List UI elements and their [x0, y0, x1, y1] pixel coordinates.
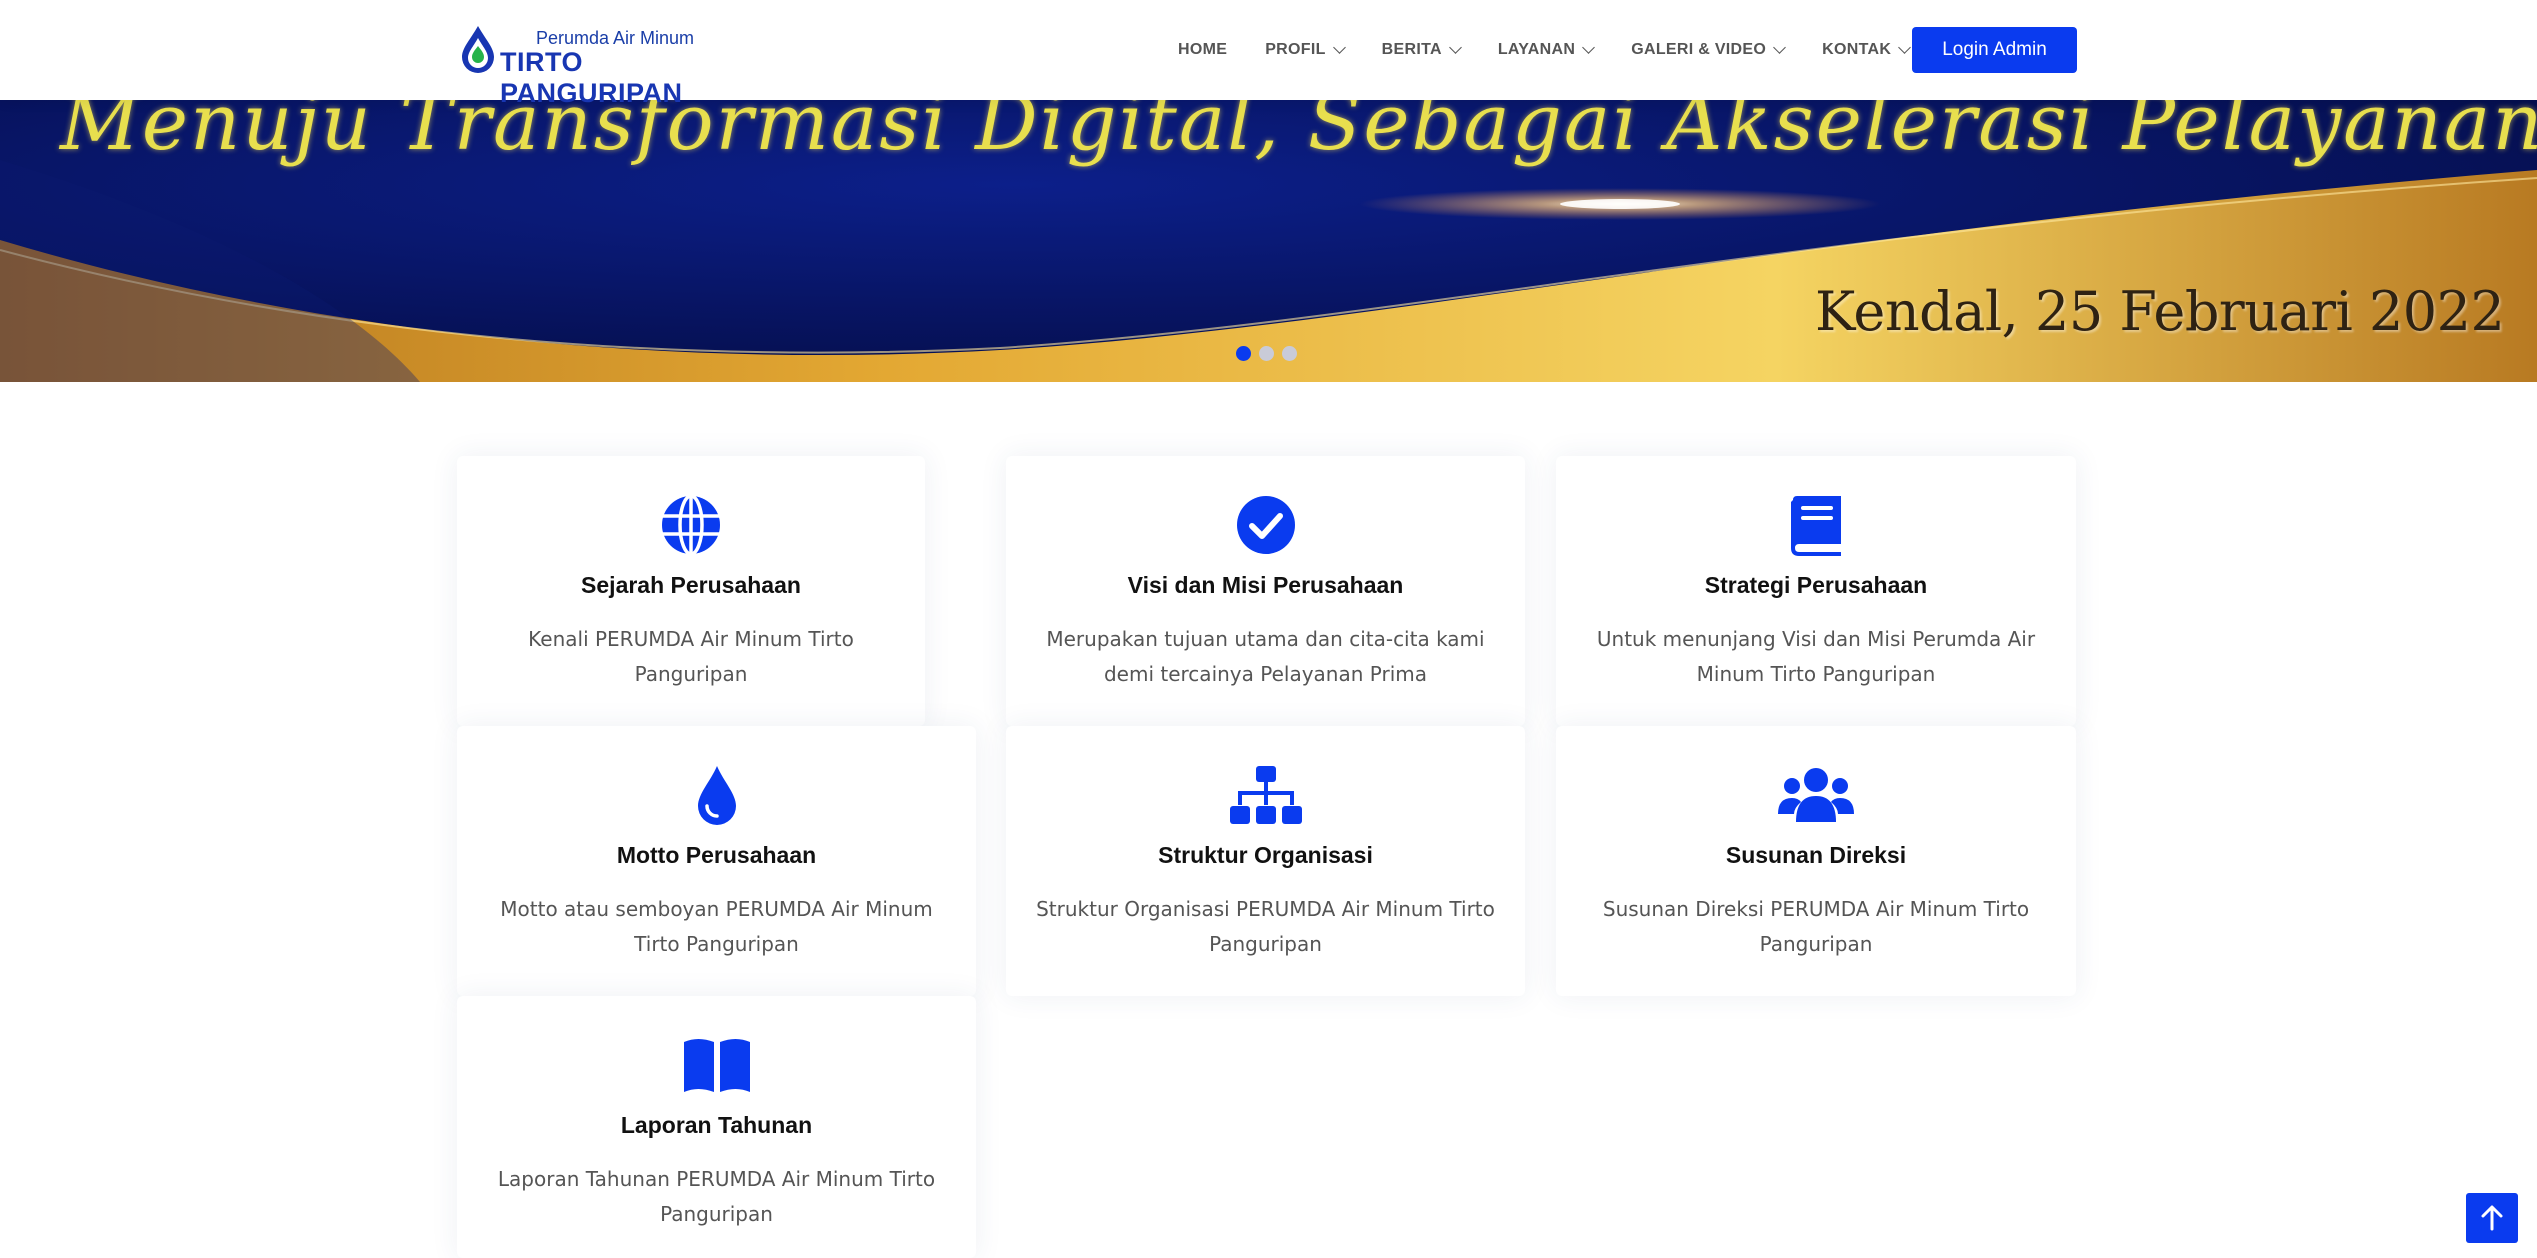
nav-layanan[interactable]: LAYANAN	[1497, 41, 1596, 59]
card-title: Motto Perusahaan	[616, 842, 817, 868]
water-drop-icon	[697, 766, 736, 825]
card-description: Kenali PERUMDA Air Minum Tirto Panguripa…	[528, 627, 854, 686]
card-strategi[interactable]: Strategi Perusahaan Untuk menunjang Visi…	[1556, 456, 2076, 726]
card-title: Visi dan Misi Perusahaan	[1127, 572, 1404, 598]
nav-profil[interactable]: PROFIL	[1265, 41, 1346, 59]
nav-kontak-label: KONTAK	[1822, 41, 1892, 58]
card-description: Laporan Tahunan PERUMDA Air Minum Tirto …	[497, 1167, 936, 1226]
nav-berita[interactable]: BERITA	[1381, 41, 1462, 59]
slider-dot-1[interactable]	[1236, 346, 1251, 361]
slider-dot-2[interactable]	[1259, 346, 1274, 361]
arrow-up-icon	[2481, 1205, 2503, 1231]
chevron-down-icon	[1898, 41, 1912, 54]
nav-galeri-label: GALERI & VIDEO	[1631, 41, 1767, 58]
chevron-down-icon	[1582, 41, 1596, 54]
slider-dot-3[interactable]	[1282, 346, 1297, 361]
globe-icon	[662, 494, 720, 556]
card-sejarah[interactable]: Sejarah Perusahaan Kenali PERUMDA Air Mi…	[457, 456, 925, 726]
logo-title: TIRTO PANGURIPAN	[500, 47, 683, 108]
card-title: Laporan Tahunan	[620, 1112, 813, 1138]
logo-drop-icon	[462, 26, 494, 73]
card-struktur[interactable]: Struktur Organisasi Struktur Organisasi …	[1006, 726, 1525, 996]
logo-subtitle: Perumda Air Minum	[536, 28, 695, 48]
nav-layanan-label: LAYANAN	[1497, 41, 1576, 58]
users-icon	[1778, 768, 1854, 822]
nav-home[interactable]: HOME	[1178, 41, 1227, 59]
hero-slider: Menuju Transformasi Digital, Sebagai Aks…	[0, 100, 2537, 382]
card-laporan[interactable]: Laporan Tahunan Laporan Tahunan PERUMDA …	[457, 996, 976, 1258]
card-title: Sejarah Perusahaan	[581, 572, 801, 598]
nav-home-label: HOME	[1178, 41, 1228, 58]
banner-date: Kendal, 25 Februari 2022	[1815, 280, 2505, 343]
slider-dots	[1236, 346, 1297, 361]
card-title: Strategi Perusahaan	[1704, 572, 1928, 598]
nav-berita-label: BERITA	[1381, 41, 1442, 58]
card-motto[interactable]: Motto Perusahaan Motto atau semboyan PER…	[457, 726, 976, 996]
scroll-to-top-button[interactable]	[2466, 1193, 2518, 1243]
site-logo[interactable]: Perumda Air Minum TIRTO PANGURIPAN	[458, 24, 720, 108]
card-title: Struktur Organisasi	[1158, 842, 1373, 868]
card-description: Struktur Organisasi PERUMDA Air Minum Ti…	[1036, 897, 1495, 956]
login-admin-button[interactable]: Login Admin	[1912, 27, 2077, 73]
open-book-icon	[683, 1039, 750, 1092]
site-header: Perumda Air Minum TIRTO PANGURIPAN HOME …	[0, 0, 2537, 108]
sitemap-icon	[1229, 766, 1302, 824]
nav-profil-label: PROFIL	[1265, 41, 1326, 58]
card-description: Untuk menunjang Visi dan Misi Perumda Ai…	[1596, 627, 2036, 686]
card-description: Susunan Direksi PERUMDA Air Minum Tirto …	[1602, 897, 2030, 956]
card-description: Merupakan tujuan utama dan cita-cita kam…	[1046, 627, 1485, 686]
card-direksi[interactable]: Susunan Direksi Susunan Direksi PERUMDA …	[1556, 726, 2076, 996]
card-description: Motto atau semboyan PERUMDA Air Minum Ti…	[500, 897, 933, 956]
chevron-down-icon	[1773, 41, 1786, 54]
main-nav: HOME PROFIL BERITA LAYANAN GALERI & VIDE…	[1178, 0, 1947, 100]
card-title: Susunan Direksi	[1725, 842, 1907, 868]
chevron-down-icon	[1332, 41, 1346, 54]
nav-galeri-video[interactable]: GALERI & VIDEO	[1631, 41, 1786, 59]
chevron-down-icon	[1448, 41, 1462, 54]
card-visi-misi[interactable]: Visi dan Misi Perusahaan Merupakan tujua…	[1006, 456, 1525, 726]
banner-headline: Menuju Transformasi Digital, Sebagai Aks…	[60, 100, 2537, 168]
book-icon	[1791, 496, 1841, 556]
check-circle-icon	[1236, 496, 1295, 554]
nav-kontak[interactable]: KONTAK	[1822, 41, 1912, 59]
